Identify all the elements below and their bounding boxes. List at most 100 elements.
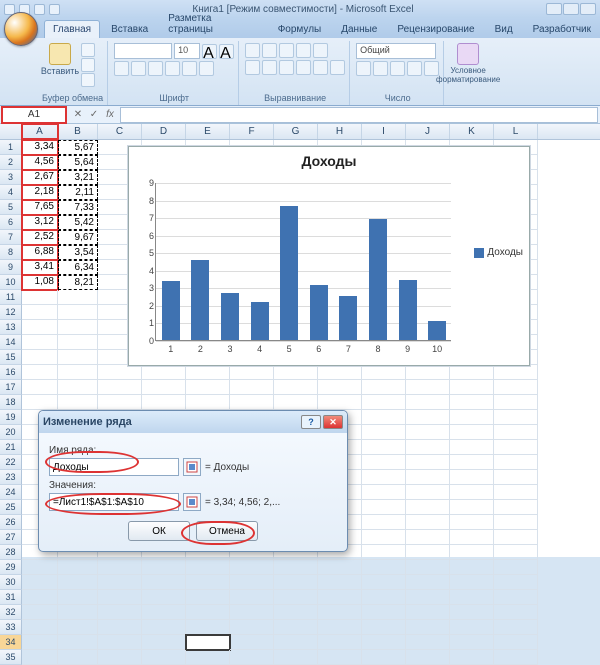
row-header[interactable]: 10	[0, 275, 22, 290]
col-header-k[interactable]: K	[450, 124, 494, 139]
cell[interactable]: 7,65	[22, 200, 58, 215]
cell[interactable]	[494, 395, 538, 410]
row-header[interactable]: 8	[0, 245, 22, 260]
tab-page-layout[interactable]: Разметка страницы	[159, 9, 266, 38]
row-header[interactable]: 6	[0, 215, 22, 230]
cell[interactable]	[22, 635, 58, 650]
cell[interactable]	[494, 650, 538, 665]
cell[interactable]	[318, 575, 362, 590]
cell[interactable]	[142, 560, 186, 575]
cell[interactable]	[22, 335, 58, 350]
cell[interactable]	[98, 365, 142, 380]
row-header[interactable]: 20	[0, 425, 22, 440]
cell[interactable]	[318, 590, 362, 605]
cell[interactable]	[230, 380, 274, 395]
copy-icon[interactable]	[81, 58, 95, 72]
cell[interactable]	[450, 440, 494, 455]
cell[interactable]	[58, 305, 98, 320]
row-header[interactable]: 7	[0, 230, 22, 245]
cell[interactable]	[362, 425, 406, 440]
cell[interactable]	[58, 320, 98, 335]
cell[interactable]	[318, 380, 362, 395]
cell[interactable]	[142, 575, 186, 590]
cell[interactable]	[274, 395, 318, 410]
cell[interactable]: 3,34	[22, 140, 58, 155]
cell[interactable]	[142, 650, 186, 665]
row-header[interactable]: 14	[0, 335, 22, 350]
cell[interactable]	[450, 455, 494, 470]
cell[interactable]	[362, 620, 406, 635]
cell[interactable]	[362, 470, 406, 485]
cell[interactable]	[58, 650, 98, 665]
cell[interactable]	[406, 590, 450, 605]
col-header-d[interactable]: D	[142, 124, 186, 139]
cell[interactable]	[274, 635, 318, 650]
tab-home[interactable]: Главная	[44, 20, 100, 38]
col-header-f[interactable]: F	[230, 124, 274, 139]
comma-icon[interactable]	[390, 61, 405, 76]
cell[interactable]	[58, 395, 98, 410]
tab-review[interactable]: Рецензирование	[388, 20, 483, 38]
cell[interactable]	[450, 650, 494, 665]
cell[interactable]	[494, 500, 538, 515]
cell[interactable]	[186, 650, 230, 665]
row-header[interactable]: 2	[0, 155, 22, 170]
cell[interactable]	[230, 590, 274, 605]
row-header[interactable]: 17	[0, 380, 22, 395]
cell[interactable]	[58, 290, 98, 305]
cell[interactable]	[362, 440, 406, 455]
fx-icon[interactable]: fx	[103, 108, 117, 122]
cell[interactable]	[362, 530, 406, 545]
font-color-icon[interactable]	[199, 61, 214, 76]
chart-bar[interactable]	[369, 219, 387, 340]
percent-icon[interactable]	[373, 61, 388, 76]
row-header[interactable]: 23	[0, 470, 22, 485]
cell[interactable]	[22, 320, 58, 335]
cell[interactable]: 3,21	[58, 170, 98, 185]
row-header[interactable]: 11	[0, 290, 22, 305]
cell[interactable]	[406, 575, 450, 590]
align-center-icon[interactable]	[262, 60, 277, 75]
align-right-icon[interactable]	[279, 60, 294, 75]
cell[interactable]	[318, 650, 362, 665]
cell[interactable]: 6,88	[22, 245, 58, 260]
tab-view[interactable]: Вид	[486, 20, 522, 38]
cell[interactable]: 2,67	[22, 170, 58, 185]
cell[interactable]	[186, 620, 230, 635]
cell[interactable]	[58, 590, 98, 605]
conditional-formatting-button[interactable]: Условное форматирование	[450, 43, 486, 84]
cell[interactable]	[98, 560, 142, 575]
cell[interactable]	[230, 365, 274, 380]
cancel-button[interactable]: Отмена	[196, 521, 258, 541]
cell[interactable]	[406, 605, 450, 620]
inc-decimal-icon[interactable]	[407, 61, 422, 76]
col-header-i[interactable]: I	[362, 124, 406, 139]
row-header[interactable]: 3	[0, 170, 22, 185]
row-header[interactable]: 15	[0, 350, 22, 365]
row-header[interactable]: 28	[0, 545, 22, 560]
tab-data[interactable]: Данные	[332, 20, 386, 38]
chart-bar[interactable]	[221, 293, 239, 340]
dialog-help-button[interactable]: ?	[301, 415, 321, 429]
col-header-c[interactable]: C	[98, 124, 142, 139]
grow-font-icon[interactable]: A	[202, 44, 217, 59]
cell[interactable]	[98, 605, 142, 620]
cell[interactable]	[450, 545, 494, 560]
tab-developer[interactable]: Разработчик	[524, 20, 600, 38]
cell[interactable]	[142, 380, 186, 395]
align-bottom-icon[interactable]	[279, 43, 294, 58]
cell[interactable]	[230, 635, 274, 650]
row-header[interactable]: 25	[0, 500, 22, 515]
cell[interactable]	[274, 365, 318, 380]
row-header[interactable]: 27	[0, 530, 22, 545]
cell[interactable]	[22, 305, 58, 320]
row-header[interactable]: 32	[0, 605, 22, 620]
align-left-icon[interactable]	[245, 60, 260, 75]
shrink-font-icon[interactable]: A	[219, 44, 234, 59]
cell[interactable]	[406, 635, 450, 650]
cell[interactable]	[450, 365, 494, 380]
row-header[interactable]: 26	[0, 515, 22, 530]
cell[interactable]	[274, 575, 318, 590]
wrap-text-icon[interactable]	[313, 43, 328, 58]
cell[interactable]	[406, 545, 450, 560]
